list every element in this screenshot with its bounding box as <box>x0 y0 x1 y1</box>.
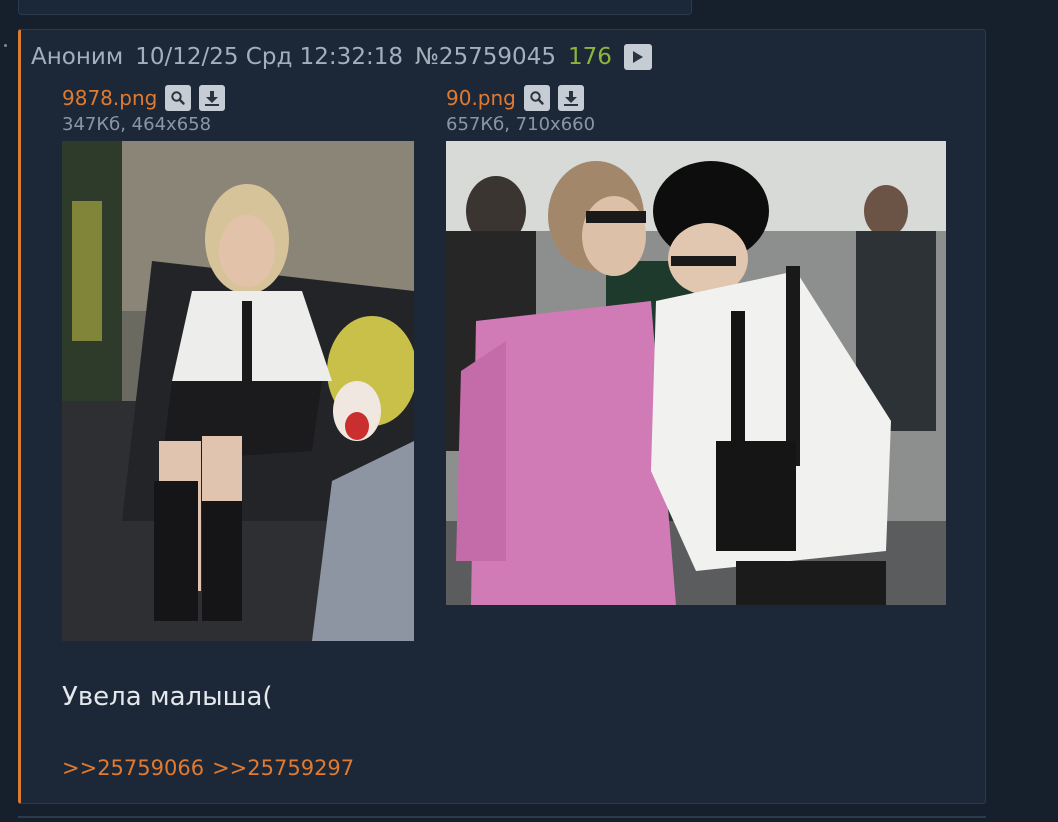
play-button[interactable] <box>623 44 652 70</box>
post-header: Аноним 10/12/25 Срд 12:32:18 №25759045 1… <box>31 42 652 72</box>
post-marker-dot <box>4 44 7 47</box>
previous-post-edge <box>18 0 692 15</box>
file-name-link[interactable]: 9878.png <box>62 86 157 110</box>
file-search-button[interactable] <box>165 85 192 111</box>
file-search-button[interactable] <box>523 85 550 111</box>
photo-girl-on-sofa <box>62 141 414 641</box>
post-rating: 176 <box>567 44 612 70</box>
post-date[interactable]: 10/12/25 Срд 12:32:18 <box>135 44 403 70</box>
file-meta: 347Кб, 464x658 <box>62 114 212 135</box>
thread-page: Аноним 10/12/25 Срд 12:32:18 №25759045 1… <box>0 0 1058 822</box>
image-thumbnail-2[interactable] <box>446 141 946 605</box>
search-icon <box>171 91 186 105</box>
file-attachment-2: 90.png 657Кб, 710x660 <box>446 84 595 138</box>
post-number[interactable]: №25759045 <box>415 44 556 70</box>
file-meta: 657Кб, 710x660 <box>446 114 596 135</box>
download-icon <box>563 91 578 106</box>
play-icon <box>632 51 643 63</box>
file-name-link[interactable]: 90.png <box>446 86 516 110</box>
image-thumbnail-1[interactable] <box>62 141 414 641</box>
reply-link[interactable]: >>25759297 <box>212 756 354 780</box>
file-download-button[interactable] <box>199 85 226 111</box>
next-post-edge <box>18 816 986 818</box>
reply-link[interactable]: >>25759066 <box>62 756 204 780</box>
photo-couple-in-crowd <box>446 141 946 605</box>
file-attachment-1: 9878.png 347Кб, 464x658 <box>62 84 233 138</box>
post-text: Увела малыша( <box>62 682 273 712</box>
reply-links: >>25759066 >>25759297 <box>62 756 362 780</box>
post: Аноним 10/12/25 Срд 12:32:18 №25759045 1… <box>18 29 986 804</box>
search-icon <box>530 91 544 105</box>
post-author: Аноним <box>31 44 124 70</box>
download-icon <box>205 91 220 106</box>
file-download-button[interactable] <box>557 85 584 111</box>
